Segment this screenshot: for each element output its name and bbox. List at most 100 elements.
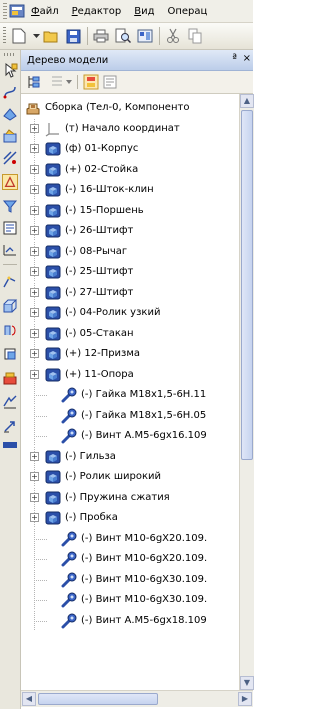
sketch-line-icon[interactable] [2,274,18,290]
component-icon[interactable] [2,346,18,362]
close-icon[interactable]: × [243,53,251,64]
menu-bar-grip[interactable] [3,3,7,19]
expand-button[interactable]: + [30,513,39,522]
tree-view-icon[interactable] [51,75,63,89]
tree-item[interactable]: + (-) 16-Шток-клин [21,180,239,200]
part-icon [45,223,61,242]
tree-vertical-scrollbar[interactable]: ▲ ▼ [239,94,254,690]
expand-button[interactable]: + [30,144,39,153]
tree-branch-line [34,538,48,540]
scroll-up-button[interactable]: ▲ [240,94,254,108]
expand-button[interactable]: + [30,205,39,215]
tree-root-item[interactable]: Сборка (Тел-0, Компоненто [21,98,239,118]
tree-item[interactable]: + (т) Начало координат [21,118,239,139]
tree-item[interactable]: + (+) 12-Призма [21,344,239,364]
expand-button[interactable]: + [30,472,39,481]
tree-branch-line [34,579,48,581]
menu-edit-rest: едактор [77,5,122,17]
tree-item[interactable]: + (-) Гильза [21,446,239,467]
expand-button[interactable]: + [30,226,39,235]
tree-item[interactable]: (-) Винт М10-6gX20.109. [21,549,239,569]
fastener-icon [61,572,77,591]
tree-item[interactable]: (-) Винт М10-6gX30.109. [21,590,239,610]
print-button[interactable] [92,27,110,45]
expand-button[interactable]: + [30,328,39,338]
scroll-left-button[interactable]: ◀ [22,692,36,706]
edit-operations-icon[interactable] [2,128,18,144]
array-icon[interactable] [2,150,18,166]
filter-icon[interactable] [2,198,18,214]
tree-item[interactable]: + (-) Пружина сжатия [21,487,239,508]
extrude-icon[interactable] [2,298,18,314]
copy-button[interactable] [186,27,204,45]
tree-item[interactable]: (-) Гайка М18х1,5-6Н.05 [21,405,239,426]
mate-icon[interactable] [2,394,18,410]
vtoolbar-separator [3,264,17,265]
menu-file[interactable]: Файл [31,6,59,17]
preview-button[interactable] [136,27,154,45]
expand-button[interactable]: + [30,492,39,502]
sketch-icon[interactable] [2,174,18,190]
print-preview-button[interactable] [114,27,132,45]
tree-item[interactable]: + (-) 05-Стакан [21,323,239,344]
expand-button[interactable]: + [30,369,39,379]
tree-item[interactable]: (-) Гайка М18х1,5-6Н.11 [21,385,239,405]
cut-button[interactable] [164,27,182,45]
tree-item[interactable]: + (+) 02-Стойка [21,159,239,180]
open-button[interactable] [42,27,60,45]
expand-button[interactable]: + [30,123,39,133]
horizontal-scroll-thumb[interactable] [38,693,158,705]
sort-icon[interactable] [83,74,99,90]
tree-horizontal-scrollbar[interactable]: ◀ ▶ [21,690,253,707]
expand-button[interactable]: + [30,349,39,358]
expand-button[interactable]: + [30,185,39,194]
scroll-down-button[interactable]: ▼ [240,676,254,690]
vtoolbar-grip[interactable] [4,53,16,56]
revolve-icon[interactable] [2,322,18,338]
expand-button[interactable]: + [30,451,39,461]
spec-icon[interactable] [2,220,18,236]
new-document-button[interactable] [10,27,28,45]
toolbar-grip[interactable] [3,27,6,45]
curve-icon[interactable] [2,84,18,100]
tree-item[interactable]: + (-) 27-Штифт [21,282,239,303]
save-button[interactable] [64,27,82,45]
app-icon[interactable] [9,3,25,19]
measure-icon[interactable] [2,242,18,258]
expand-button[interactable]: + [30,287,39,297]
menu-edit[interactable]: Редактор [72,6,122,17]
fastener-icon [61,428,77,447]
tree-item[interactable]: + (-) 08-Рычаг [21,241,239,262]
chevron-down-icon[interactable] [66,80,72,84]
new-document-dropdown[interactable] [32,27,40,45]
assembly-tools-icon[interactable] [2,370,18,386]
tree-item[interactable]: (-) Винт М10-6gX30.109. [21,569,239,591]
tree-item[interactable]: (-) Винт А.М5-6gx18.109 [21,610,239,631]
tree-item-label: (-) 15-Поршень [65,204,144,216]
surface-icon[interactable] [2,106,18,122]
tree-item[interactable]: + (-) Пробка [21,508,239,528]
expand-button[interactable]: + [30,246,39,256]
scroll-right-button[interactable]: ▶ [238,692,252,706]
pin-icon[interactable]: ª [232,53,237,64]
tree-item[interactable]: (-) Винт А.М5-6gx16.109 [21,426,239,446]
tree-item[interactable]: + (-) 04-Ролик узкий [21,303,239,323]
menu-operations[interactable]: Операц [168,6,208,17]
move-component-icon[interactable] [2,418,18,434]
tree-item[interactable]: (-) Винт М10-6gX20.109. [21,528,239,549]
tree-item[interactable]: + (-) 26-Штифт [21,221,239,241]
expand-button[interactable]: + [30,308,39,317]
tree-item[interactable]: + (-) Ролик широкий [21,467,239,487]
tree-structure-icon[interactable] [27,75,41,89]
printer-icon [93,29,109,43]
tree-item[interactable]: + (ф) 01-Корпус [21,139,239,159]
tree-item[interactable]: + (-) 15-Поршень [21,200,239,221]
show-tree-icon[interactable] [103,75,117,89]
tree-item[interactable]: + (+) 11-Опора [21,364,239,385]
expand-button[interactable]: + [30,267,39,276]
tree-item[interactable]: + (-) 25-Штифт [21,262,239,282]
vertical-scroll-thumb[interactable] [241,110,253,460]
select-icon[interactable] [2,62,18,78]
expand-button[interactable]: + [30,164,39,174]
menu-view[interactable]: Вид [134,6,154,17]
